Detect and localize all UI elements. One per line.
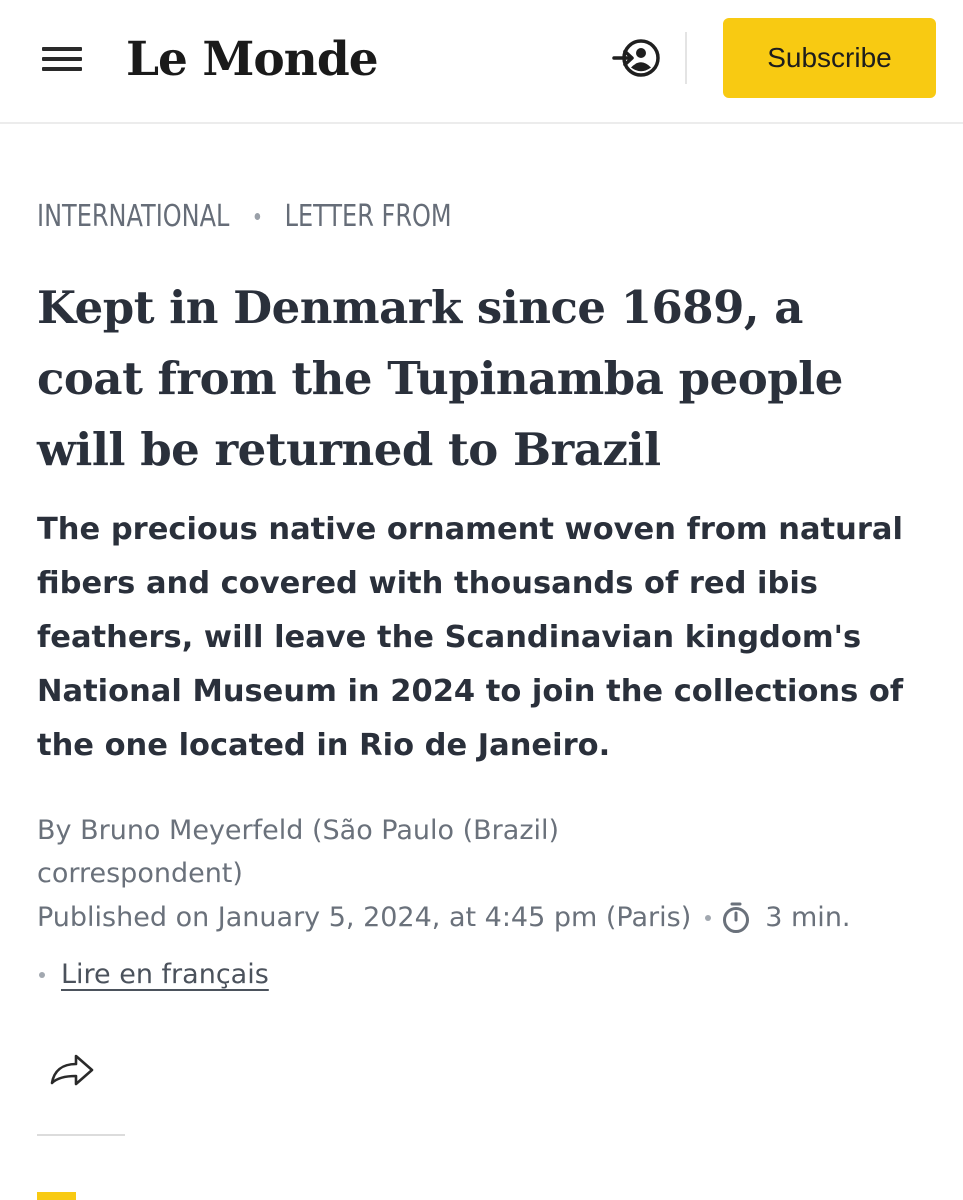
headline-line: coat from the Tupinamba people (37, 352, 843, 405)
headline-line: Kept in Denmark since 1689, a (37, 281, 803, 334)
summary-line: National Museum in 2024 to join the coll… (37, 674, 904, 709)
summary-line: The precious native ornament woven from … (37, 512, 903, 547)
le-monde-logo[interactable]: Le Monde (126, 30, 379, 90)
share-icon[interactable] (46, 1047, 98, 1093)
headline-line: will be returned to Brazil (37, 423, 661, 476)
published-date: Published on January 5, 2024, at 4:45 pm… (37, 902, 692, 933)
summary-line: the one located in Rio de Janeiro. (37, 728, 611, 763)
byline-line: By Bruno Meyerfeld (São Paulo (Brazil) (37, 815, 560, 846)
hamburger-menu-icon[interactable] (40, 43, 84, 75)
login-icon[interactable] (611, 36, 663, 80)
timer-icon (723, 902, 750, 933)
article-byline: By Bruno Meyerfeld (São Paulo (Brazil) c… (37, 809, 937, 895)
byline-line: correspondent) (37, 858, 243, 889)
rubric-link-letter-from[interactable]: LETTER FROM (285, 199, 452, 234)
article-headline: Kept in Denmark since 1689, a coat from … (37, 272, 937, 485)
section-link-international[interactable]: INTERNATIONAL (37, 199, 229, 234)
publication-info: Published on January 5, 2024, at 4:45 pm… (37, 895, 937, 940)
summary-line: fibers and covered with thousands of red… (37, 566, 818, 601)
summary-line: feathers, will leave the Scandinavian ki… (37, 620, 862, 655)
article-kicker: INTERNATIONAL LETTER FROM (37, 196, 452, 236)
meta-separator (705, 914, 712, 921)
subscribe-button[interactable]: Subscribe (723, 18, 936, 98)
header-divider (685, 32, 687, 84)
read-in-french-link[interactable]: Lire en français (61, 959, 269, 990)
meta-separator (39, 971, 45, 978)
article-summary: The precious native ornament woven from … (37, 503, 937, 773)
kicker-separator (254, 212, 260, 220)
next-section-accent (37, 1192, 76, 1200)
language-switch: Lire en français (37, 952, 937, 997)
reading-time: 3 min. (765, 902, 851, 933)
site-header: Le Monde Subscribe (0, 0, 963, 124)
section-divider (37, 1134, 125, 1136)
